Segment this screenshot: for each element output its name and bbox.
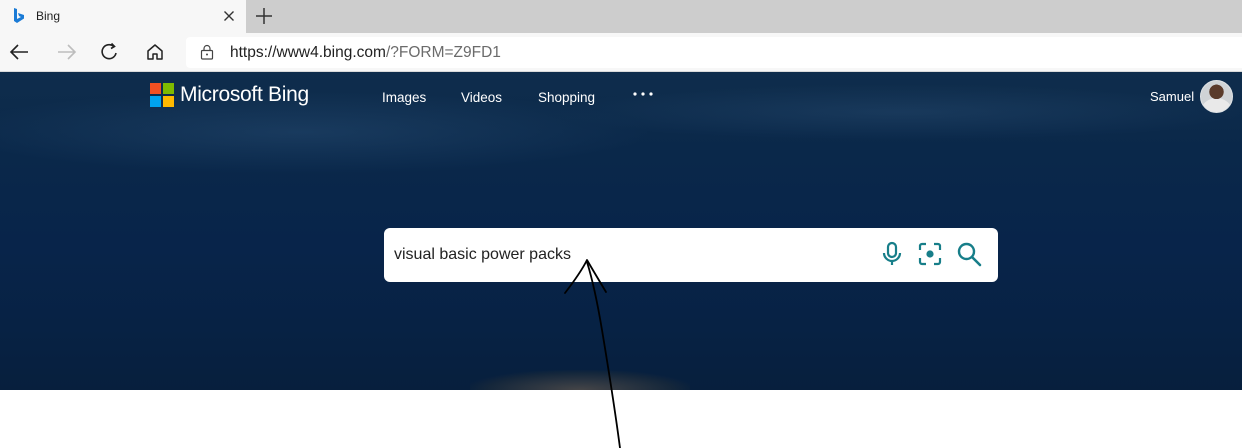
background-island bbox=[470, 370, 690, 390]
tab-strip: Bing bbox=[0, 0, 1242, 33]
url-text[interactable]: https://www4.bing.com/?FORM=Z9FD1 bbox=[230, 44, 501, 62]
nav-shopping[interactable]: Shopping bbox=[538, 90, 595, 105]
search-box bbox=[384, 228, 998, 282]
tab-bing[interactable]: Bing bbox=[0, 0, 246, 33]
logo-square-red bbox=[150, 83, 161, 94]
ellipsis-icon[interactable] bbox=[632, 86, 654, 102]
url-path: /?FORM=Z9FD1 bbox=[385, 44, 501, 61]
bing-hero: Microsoft Bing Images Videos Shopping Sa… bbox=[0, 72, 1242, 390]
nav-videos[interactable]: Videos bbox=[461, 90, 502, 105]
brand-name: Microsoft Bing bbox=[180, 83, 309, 106]
avatar[interactable] bbox=[1200, 80, 1233, 113]
close-icon[interactable] bbox=[220, 7, 238, 25]
user-name[interactable]: Samuel bbox=[1150, 89, 1194, 104]
search-input[interactable] bbox=[394, 242, 854, 268]
url-host: https://www4.bing.com bbox=[230, 44, 386, 61]
back-arrow-icon[interactable] bbox=[8, 41, 32, 63]
logo-square-yellow bbox=[163, 96, 174, 107]
lock-icon[interactable] bbox=[200, 44, 214, 60]
microsoft-logo-icon bbox=[150, 83, 174, 107]
bing-logo[interactable]: Microsoft Bing bbox=[150, 82, 309, 108]
forward-arrow-icon[interactable] bbox=[54, 41, 78, 63]
nav-images[interactable]: Images bbox=[382, 90, 426, 105]
home-icon[interactable] bbox=[143, 41, 167, 63]
address-bar[interactable]: https://www4.bing.com/?FORM=Z9FD1 bbox=[186, 37, 1242, 68]
visual-search-icon[interactable] bbox=[916, 240, 944, 268]
search-icon[interactable] bbox=[955, 240, 983, 268]
microphone-icon[interactable] bbox=[878, 240, 906, 268]
logo-square-blue bbox=[150, 96, 161, 107]
new-tab-icon[interactable] bbox=[254, 6, 274, 26]
bing-favicon-icon bbox=[14, 8, 24, 23]
browser-toolbar: https://www4.bing.com/?FORM=Z9FD1 bbox=[0, 33, 1242, 72]
refresh-icon[interactable] bbox=[98, 41, 122, 63]
logo-square-green bbox=[163, 83, 174, 94]
tab-title: Bing bbox=[36, 9, 61, 23]
